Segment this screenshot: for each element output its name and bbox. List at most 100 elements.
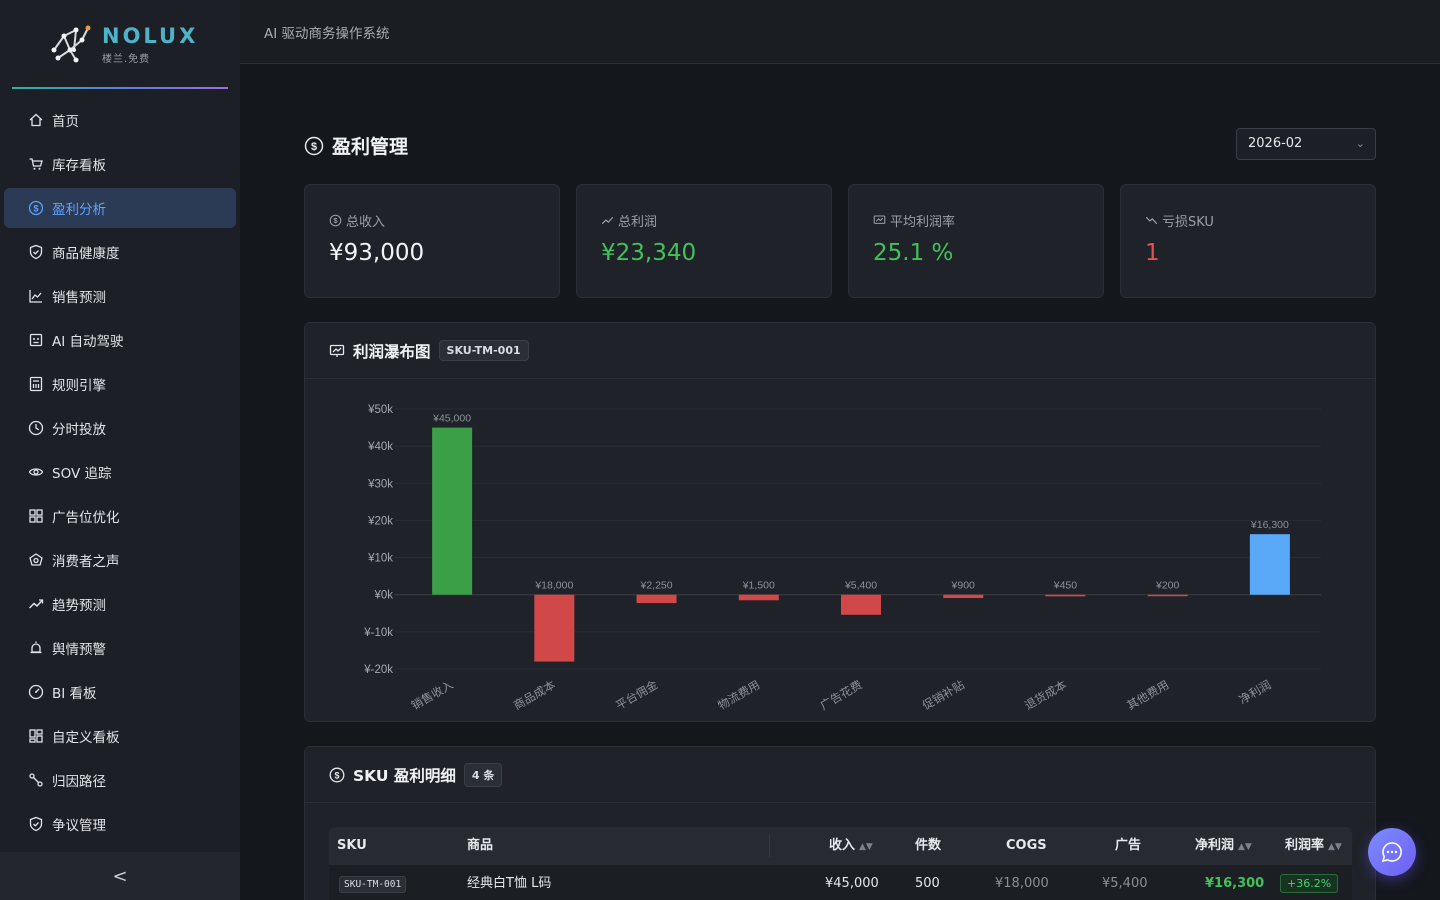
sidebar-item-0[interactable]: 首页 [4,100,236,140]
path-icon [28,772,44,788]
alarm-icon [28,640,44,656]
col-net-profit-label: 净利润 [1195,838,1235,853]
dollar-circle-icon: $ [329,767,345,782]
sidebar-item-6[interactable]: 规则引擎 [4,364,236,404]
sidebar-item-3[interactable]: 商品健康度 [4,232,236,272]
col-margin[interactable]: 利润率 ▲▼ [1285,827,1342,865]
data-label: ¥18,000 [534,580,573,592]
chevron-down-icon: ⌄ [1355,137,1365,150]
y-tick-label: ¥50k [367,404,393,416]
sidebar-item-1[interactable]: 库存看板 [4,144,236,184]
waterfall-chart: ¥50k ¥40k ¥30k ¥20k ¥10k ¥0k ¥-10k ¥-20k ¥45,000… [363,404,1321,713]
sidebar-item-label: 商品健康度 [52,246,120,262]
stat-value: 25.1 % [873,240,954,266]
fund-icon [329,344,345,357]
sidebar: NOLUX 楼兰.免费 首页库存看板 $ 盈利分析商品健康度销售预测 AI 自动驾驶规… [0,0,240,900]
x-tick-label: 退货成本 [1022,677,1069,712]
stat-card-1: 总利润 ¥23,340 [576,184,832,298]
x-tick-label: 净利润 [1237,677,1274,706]
x-tick-label: 物流费用 [715,677,762,712]
row-units: 500 [915,876,940,891]
sidebar-item-label: 自定义看板 [52,730,120,746]
col-cogs: COGS [1006,838,1047,853]
svg-text:$: $ [333,216,337,225]
robot-icon [28,332,44,348]
sort-icon[interactable]: ▲▼ [1238,842,1252,852]
sidebar-item-label: 舆情预警 [52,642,106,658]
y-tick-label: ¥-20k [363,664,393,676]
rise-icon [601,216,614,225]
chevron-left-icon: < [112,865,128,887]
sound-icon [28,552,44,568]
sidebar-item-8[interactable]: SOV 追踪 [4,452,236,492]
sidebar-item-14[interactable]: 自定义看板 [4,716,236,756]
table-header-row: SKU 商品 收入 ▲▼ 件数 COGS 广告 净利润 ▲▼ 利润率 ▲▼ [329,827,1352,865]
stat-card-0: $ 总收入 ¥93,000 [304,184,560,298]
logo-title: NOLUX [102,23,199,48]
chat-button[interactable] [1368,828,1416,876]
data-label: ¥45,000 [432,413,471,425]
col-sku: SKU [337,838,367,853]
top-header: AI 驱动商务操作系统 [240,0,1440,64]
x-tick-label: 平台佣金 [613,677,660,712]
data-label: ¥2,250 [639,580,672,592]
month-select[interactable]: 2026-02 ⌄ [1236,128,1376,160]
stat-card-2: 平均利润率 25.1 % [848,184,1104,298]
logo[interactable]: NOLUX 楼兰.免费 [48,20,208,68]
dashboard-icon [28,684,44,700]
sort-icon[interactable]: ▲▼ [859,842,873,852]
svg-text:$: $ [334,770,339,780]
home-icon [28,112,44,128]
sidebar-nav: 首页库存看板 $ 盈利分析商品健康度销售预测 AI 自动驾驶 规则引擎分时投放 SOV 追… [4,100,236,848]
fall-icon [1145,216,1158,225]
sidebar-item-11[interactable]: 趋势预测 [4,584,236,624]
sidebar-item-label: 趋势预测 [52,598,106,614]
stat-label-text: 总利润 [618,215,658,230]
col-net-profit[interactable]: 净利润 ▲▼ [1195,827,1252,865]
col-product: 商品 [467,838,494,853]
stat-label: 总利润 [601,211,831,230]
dollar-circle-icon: $ [28,200,44,216]
sidebar-item-16[interactable]: 争议管理 [4,804,236,844]
sidebar-item-15[interactable]: 归因路径 [4,760,236,800]
row-net-profit: ¥16,300 [1205,876,1265,891]
svg-text:$: $ [311,141,317,153]
sidebar-item-label: 库存看板 [52,158,106,174]
col-revenue[interactable]: 收入 ▲▼ [829,827,873,865]
sidebar-item-13[interactable]: BI 看板 [4,672,236,712]
page-title: $ 盈利管理 [304,132,408,159]
sidebar-item-5[interactable]: AI 自动驾驶 [4,320,236,360]
y-tick-label: ¥40k [367,441,393,453]
table-row[interactable]: SKU-TM-001 经典白T恤 L码 ¥45,000 500 ¥18,000 … [329,865,1352,900]
sidebar-item-4[interactable]: 销售预测 [4,276,236,316]
row-product: 经典白T恤 L码 [467,876,552,891]
waterfall-card: 利润瀑布图 SKU-TM-001 ¥50k ¥40k ¥30k ¥20k ¥10k ¥0k… [304,322,1376,722]
sidebar-item-9[interactable]: 广告位优化 [4,496,236,536]
chart-bar [841,594,881,615]
stat-label: 亏损SKU [1145,211,1375,230]
sort-icon[interactable]: ▲▼ [1328,842,1342,852]
margin-tag: +36.2% [1280,874,1339,893]
sidebar-item-2[interactable]: $ 盈利分析 [4,188,236,228]
sidebar-collapse-button[interactable]: < [0,852,240,900]
dollar-circle-icon: $ [304,136,324,155]
sidebar-item-label: 分时投放 [52,422,106,438]
y-tick-label: ¥-10k [363,627,393,639]
sidebar-item-12[interactable]: 舆情预警 [4,628,236,668]
col-units: 件数 [915,838,942,853]
sidebar-item-label: 归因路径 [52,774,106,790]
sidebar-item-7[interactable]: 分时投放 [4,408,236,448]
row-cogs: ¥18,000 [995,876,1049,891]
waterfall-card-header: 利润瀑布图 SKU-TM-001 [305,323,1375,379]
dollar-circle-icon: $ [329,214,342,227]
sidebar-item-label: 规则引擎 [52,378,106,394]
stat-value: 1 [1145,240,1160,266]
x-tick-label: 广告花费 [818,677,865,712]
header-title: AI 驱动商务操作系统 [264,25,390,42]
stat-value: ¥93,000 [329,240,425,266]
month-select-value: 2026-02 [1248,136,1303,151]
x-tick-label: 其他费用 [1124,677,1171,712]
data-label: ¥450 [1053,580,1078,592]
sidebar-item-10[interactable]: 消费者之声 [4,540,236,580]
sidebar-item-label: AI 自动驾驶 [52,334,124,350]
